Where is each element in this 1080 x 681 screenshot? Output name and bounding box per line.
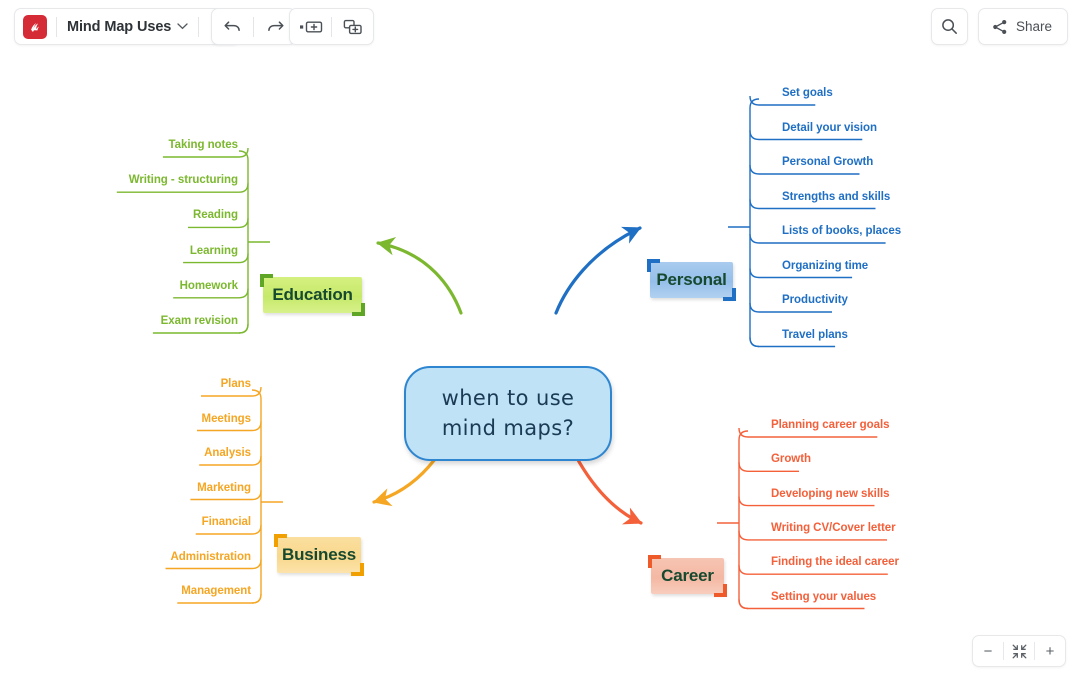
top-toolbar: Mind Map Uses Share <box>0 0 1080 53</box>
subtopic-career-3[interactable]: Developing new skills <box>771 488 890 500</box>
search-toolbar-group <box>931 8 968 45</box>
search-icon[interactable] <box>932 9 967 44</box>
subtopic-career-4[interactable]: Writing CV/Cover letter <box>771 522 896 534</box>
add-sibling-topic-icon[interactable] <box>290 9 331 44</box>
topic-node-education[interactable]: Education <box>260 274 365 316</box>
share-label: Share <box>1016 19 1053 34</box>
subtopic-education-4[interactable]: Learning <box>190 245 238 257</box>
topic-label: Business <box>282 545 356 564</box>
connector-education <box>376 237 463 315</box>
undo-arrow-icon[interactable] <box>212 9 253 44</box>
subtopic-education-5[interactable]: Homework <box>180 280 238 292</box>
subtopic-personal-2[interactable]: Detail your vision <box>782 122 877 134</box>
subtopic-education-3[interactable]: Reading <box>193 209 238 221</box>
subtopic-personal-7[interactable]: Productivity <box>782 294 848 306</box>
mindmap-canvas[interactable]: Education Personal Business Career when … <box>0 53 1080 681</box>
insert-toolbar-group <box>289 8 374 45</box>
corner-bracket-bottom-right <box>714 584 727 597</box>
subtopic-career-2[interactable]: Growth <box>771 453 811 465</box>
zoom-in-button[interactable]: + <box>1035 636 1065 666</box>
chevron-down-icon <box>177 23 188 30</box>
subtopic-education-2[interactable]: Writing - structuring <box>129 174 238 186</box>
branch-spine-career <box>738 430 749 610</box>
document-toolbar-group: Mind Map Uses <box>14 8 241 45</box>
corner-bracket-top-left <box>260 274 273 287</box>
central-topic-line2: mind maps? <box>441 415 575 440</box>
subtopic-business-6[interactable]: Administration <box>171 551 252 563</box>
topic-node-business[interactable]: Business <box>274 534 364 576</box>
document-title-dropdown[interactable] <box>174 23 198 30</box>
mindmap-connectors <box>116 95 888 610</box>
mindmeister-logo-icon[interactable] <box>23 14 47 39</box>
subtopic-education-1[interactable]: Taking notes <box>169 139 239 151</box>
zoom-out-button[interactable]: − <box>973 636 1003 666</box>
corner-bracket-bottom-right <box>352 303 365 316</box>
share-button[interactable]: Share <box>979 9 1067 44</box>
central-topic-node[interactable]: when to use mind maps? <box>404 366 612 461</box>
topic-node-personal[interactable]: Personal <box>647 259 736 301</box>
zoom-controls: − + <box>972 635 1066 667</box>
subtopic-business-7[interactable]: Management <box>181 585 251 597</box>
subtopic-personal-6[interactable]: Organizing time <box>782 260 868 272</box>
topic-label: Education <box>272 285 353 304</box>
subtopic-business-2[interactable]: Meetings <box>202 413 252 425</box>
subtopic-career-6[interactable]: Setting your values <box>771 591 876 603</box>
subtopic-career-1[interactable]: Planning career goals <box>771 419 890 431</box>
subtopic-career-5[interactable]: Finding the ideal career <box>771 556 899 568</box>
central-topic-line1: when to use <box>441 385 575 410</box>
share-icon <box>993 19 1007 34</box>
subtopic-personal-5[interactable]: Lists of books, places <box>782 225 901 237</box>
fit-to-screen-icon[interactable] <box>1004 636 1034 666</box>
subtopic-business-3[interactable]: Analysis <box>204 447 251 459</box>
subtopic-education-6[interactable]: Exam revision <box>161 315 238 327</box>
subtopic-personal-4[interactable]: Strengths and skills <box>782 191 890 203</box>
subtopic-personal-8[interactable]: Travel plans <box>782 329 848 341</box>
mindmap-app: Mind Map Uses Share Education Personal B… <box>0 0 1080 681</box>
connector-personal <box>554 226 642 315</box>
history-toolbar-group <box>211 8 296 45</box>
subtopic-business-4[interactable]: Marketing <box>197 482 251 494</box>
topic-label: Career <box>661 566 714 585</box>
branch-spine-education <box>238 150 249 334</box>
subtopic-business-5[interactable]: Financial <box>202 516 251 528</box>
share-toolbar-group: Share <box>978 8 1069 45</box>
topic-node-career[interactable]: Career <box>648 555 727 597</box>
topic-label: Personal <box>656 270 727 289</box>
corner-bracket-top-left <box>648 555 661 568</box>
subtopic-personal-1[interactable]: Set goals <box>782 87 833 99</box>
subtopic-business-1[interactable]: Plans <box>221 378 251 390</box>
document-title[interactable]: Mind Map Uses <box>57 19 174 35</box>
subtopic-personal-3[interactable]: Personal Growth <box>782 156 873 168</box>
add-subtopic-icon[interactable] <box>332 9 373 44</box>
